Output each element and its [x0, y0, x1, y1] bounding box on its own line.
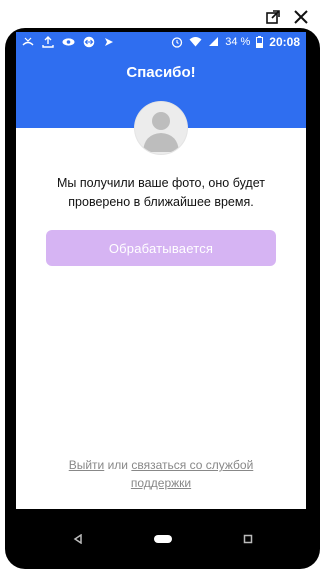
- close-icon[interactable]: [291, 7, 311, 27]
- window-controls: [263, 7, 311, 27]
- arrow-icon: [103, 36, 115, 48]
- signal-icon: [208, 36, 219, 47]
- page-title: Спасибо!: [126, 64, 196, 81]
- wifi-icon: [189, 36, 202, 47]
- recent-apps-icon[interactable]: [238, 529, 258, 549]
- open-external-icon[interactable]: [263, 7, 283, 27]
- teamviewer-icon: [83, 36, 95, 48]
- contact-support-link-line1[interactable]: связаться со службой: [131, 458, 253, 472]
- app-frame: 34 % 20:08 Спасибо! Мы получили ваше фот…: [0, 0, 325, 575]
- confirmation-message: Мы получили ваше фото, оно будет провере…: [30, 174, 292, 212]
- upload-icon: [42, 35, 54, 48]
- footer-links: Выйти или связаться со службой поддержки: [16, 456, 306, 492]
- battery-percent: 34 %: [225, 35, 251, 48]
- android-nav-bar: [5, 509, 320, 569]
- message-line-2: проверено в ближайшее время.: [68, 195, 254, 209]
- phone-frame: 34 % 20:08 Спасибо! Мы получили ваше фот…: [5, 28, 320, 569]
- avatar: [135, 102, 187, 154]
- status-time: 20:08: [269, 34, 300, 49]
- logout-link[interactable]: Выйти: [69, 458, 105, 472]
- or-text: или: [107, 458, 129, 472]
- user-silhouette-icon: [143, 112, 179, 152]
- eye-icon: [62, 36, 75, 48]
- processing-button[interactable]: Обрабатывается: [46, 230, 276, 266]
- back-icon[interactable]: [68, 529, 88, 549]
- home-icon[interactable]: [153, 529, 173, 549]
- phone-screen: 34 % 20:08 Спасибо! Мы получили ваше фот…: [16, 32, 306, 509]
- battery-icon: [256, 35, 264, 48]
- contact-support-link-line2[interactable]: поддержки: [131, 476, 191, 490]
- message-line-1: Мы получили ваше фото, оно будет: [56, 176, 265, 190]
- alarm-icon: [171, 36, 183, 48]
- status-bar: 34 % 20:08: [16, 32, 306, 51]
- missed-call-icon: [22, 36, 34, 48]
